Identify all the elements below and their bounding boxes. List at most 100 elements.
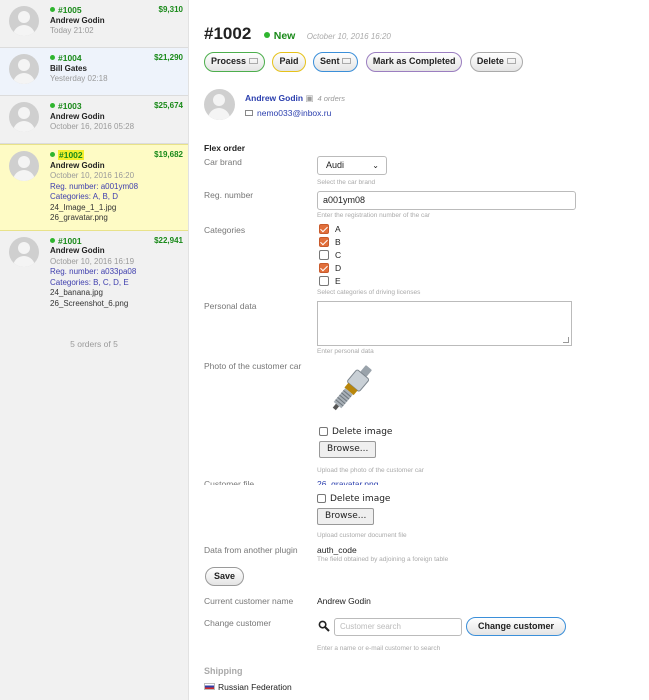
car-photo-image (332, 365, 372, 411)
category-checkbox-c[interactable]: C (319, 250, 341, 260)
reg-number-hint: Enter the registration number of the car (317, 212, 431, 219)
order-file: 24_banana.jpg (50, 288, 103, 297)
checkbox-icon (319, 427, 328, 436)
shipping-title: Shipping (204, 666, 243, 676)
delete-file-checkbox[interactable]: Delete image (317, 494, 390, 504)
checkbox-icon (317, 494, 326, 503)
order-header: #1002 New October 10, 2016 16:20 (204, 24, 391, 44)
checkbox-icon (319, 276, 329, 286)
search-icon (318, 620, 330, 632)
order-date: October 16, 2016 05:28 (50, 122, 135, 131)
avatar (9, 102, 39, 132)
resize-grip-icon[interactable] (563, 337, 569, 343)
customer-file-link[interactable]: 26_gravatar.png (317, 479, 378, 485)
order-amount: $19,682 (154, 150, 183, 159)
order-reg-number: Reg. number: a001ym08 (50, 181, 139, 191)
categories-hint: Select categories of driving licenses (317, 289, 421, 296)
customer-search-input[interactable]: Customer search (334, 618, 462, 636)
categories-label: Categories (204, 225, 246, 235)
order-file: 26_gravatar.png (50, 213, 108, 222)
order-amount: $21,290 (154, 53, 183, 62)
order-date: Today 21:02 (50, 26, 94, 35)
category-checkbox-a[interactable]: A (319, 224, 341, 234)
order-reg-number: Reg. number: a033pa08 (50, 267, 137, 276)
order-categories: Categories: A, B, D (50, 192, 119, 201)
avatar (9, 6, 39, 36)
reg-number-input[interactable]: a001ym08 (317, 191, 576, 210)
order-list-item[interactable]: #1001 $22,941 Andrew Godin October 10, 2… (0, 231, 188, 316)
change-customer-button[interactable]: Change customer (466, 617, 567, 636)
personal-data-label: Personal data (204, 301, 257, 311)
order-customer-name: Andrew Godin (50, 15, 105, 25)
personal-data-textarea[interactable] (317, 301, 572, 346)
checkbox-checked-icon (319, 263, 329, 273)
order-list-item[interactable]: #1005 $9,310 Andrew Godin Today 21:02 (0, 0, 188, 48)
order-amount: $9,310 (158, 5, 183, 14)
personal-data-hint: Enter personal data (317, 348, 374, 355)
order-list-item[interactable]: #1003 $25,674 Andrew Godin October 16, 2… (0, 96, 188, 144)
order-date: October 10, 2016 16:20 (306, 32, 391, 41)
customer-file-label: Customer file (204, 479, 255, 485)
car-photo-label: Photo of the customer car (204, 361, 302, 371)
checkbox-checked-icon (319, 237, 329, 247)
order-amount: $22,941 (154, 235, 183, 245)
current-customer-label: Current customer name (204, 596, 294, 606)
envelope-icon (249, 58, 259, 64)
shipping-country: Russian Federation (204, 682, 292, 692)
browse-photo-button[interactable]: Browse... (319, 441, 377, 458)
reg-number-label: Reg. number (204, 190, 254, 200)
car-brand-hint: Select the car brand (317, 179, 376, 186)
customer-file-hint: Upload customer document file (317, 532, 407, 539)
paid-button[interactable]: Paid (272, 52, 306, 72)
order-file: 26_Screenshot_6.png (50, 298, 129, 308)
car-brand-label: Car brand (204, 157, 242, 167)
customer-email-link[interactable]: nemo033@inbox.ru (257, 108, 331, 118)
section-title: Flex order (204, 143, 246, 153)
checkbox-checked-icon (319, 224, 329, 234)
orders-sidebar: #1005 $9,310 Andrew Godin Today 21:02 #1… (0, 0, 189, 700)
change-customer-label: Change customer (204, 618, 272, 628)
status-dot-icon (50, 7, 55, 12)
avatar (9, 54, 39, 84)
order-customer-name: Bill Gates (50, 63, 87, 73)
current-customer-value: Andrew Godin (317, 596, 371, 606)
order-categories: Categories: B, C, D, E (50, 277, 129, 287)
category-checkbox-d[interactable]: D (319, 263, 341, 273)
delete-photo-checkbox[interactable]: Delete image (319, 427, 392, 437)
customer-icon: ▣ (305, 93, 314, 103)
plugin-data-value: auth_code (317, 545, 357, 555)
customer-orders-count: 4 orders (317, 94, 346, 103)
status-dot-icon (50, 237, 55, 243)
save-button[interactable]: Save (205, 567, 245, 586)
customer-name-link[interactable]: Andrew Godin (245, 93, 303, 103)
car-photo-hint: Upload the photo of the customer car (317, 467, 424, 474)
status-badge: New (263, 30, 295, 42)
category-checkbox-b[interactable]: B (319, 237, 341, 247)
avatar (9, 236, 39, 267)
plugin-data-label: Data from another plugin (204, 545, 298, 555)
mark-completed-button[interactable]: Mark as Completed (365, 52, 463, 72)
order-customer-name: Andrew Godin (50, 111, 105, 121)
order-date: October 10, 2016 16:20 (50, 171, 135, 180)
category-checkbox-e[interactable]: E (319, 276, 341, 286)
order-list-item-selected[interactable]: #1002 $19,682 Andrew Godin October 10, 2… (0, 144, 188, 231)
status-dot-icon (50, 152, 55, 157)
envelope-icon (506, 58, 516, 64)
order-file: 24_Image_1_1.jpg (50, 202, 117, 212)
order-list-item[interactable]: #1004 $21,290 Bill Gates Yesterday 02:18 (0, 48, 188, 96)
chevron-down-icon: ⌄ (372, 161, 379, 170)
browse-file-button[interactable]: Browse... (317, 508, 375, 525)
plugin-data-hint: The field obtained by adjoining a foreig… (317, 556, 449, 563)
status-dot-icon (50, 55, 55, 60)
order-customer-name: Andrew Godin (50, 160, 105, 170)
avatar (9, 151, 39, 181)
orders-count: 5 orders of 5 (70, 339, 118, 349)
car-brand-select[interactable]: Audi ⌄ (317, 156, 387, 175)
order-date: Yesterday 02:18 (50, 74, 108, 83)
process-button[interactable]: Process (204, 52, 266, 72)
action-bar: Process Paid Sent Mark as Completed Dele… (204, 51, 526, 72)
page-title: #1002 (204, 24, 252, 43)
sent-button[interactable]: Sent (312, 52, 359, 72)
delete-button[interactable]: Delete (469, 52, 523, 72)
envelope-icon (245, 110, 253, 116)
